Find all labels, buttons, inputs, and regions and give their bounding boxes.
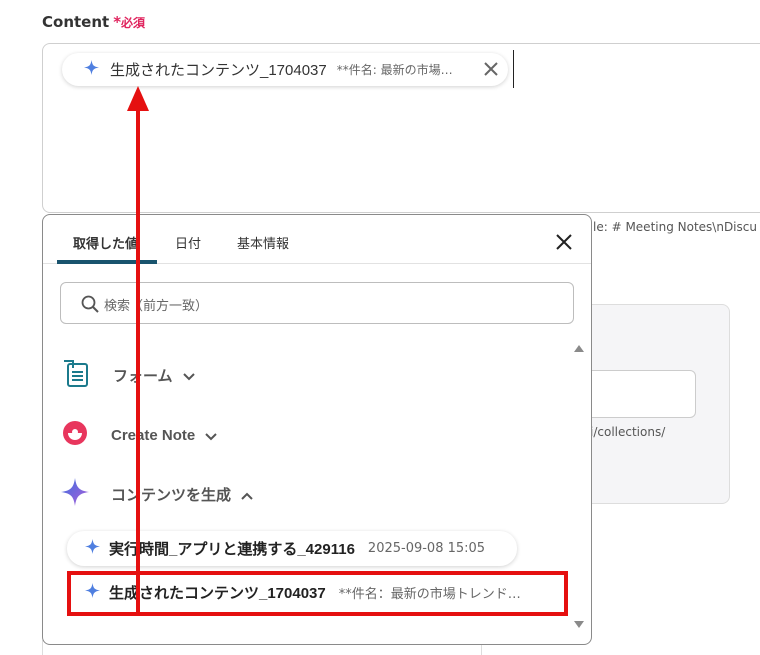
highlight-annotation-box: [67, 571, 568, 616]
placeholder-hint: le: # Meeting Notes\nDiscu: [593, 220, 757, 234]
required-star: *: [113, 13, 122, 31]
group-form[interactable]: フォーム: [61, 360, 195, 390]
annotation-arrow-line: [136, 107, 140, 615]
search-placeholder: 検索（前方一致）: [104, 299, 209, 314]
tab-date[interactable]: 日付: [175, 233, 201, 252]
scroll-down-arrow[interactable]: [574, 621, 584, 628]
chevron-down-icon: [205, 426, 217, 445]
content-field-label: Content *必須: [42, 13, 145, 31]
create-note-icon: [61, 419, 89, 451]
value-picker-dropdown: 取得した値 日付 基本情報 検索（前方一致） フォーム Create Note …: [42, 214, 592, 645]
close-icon[interactable]: [555, 233, 573, 255]
group-label: コンテンツを生成: [111, 486, 232, 504]
tab-acquired-values[interactable]: 取得した値: [73, 233, 138, 252]
chip-subtitle: **件名: 最新の市場…: [336, 63, 453, 77]
group-label: フォーム: [113, 367, 173, 385]
active-tab-indicator: [57, 260, 157, 264]
item-title: 実行時間_アプリと連携する_429116: [109, 541, 355, 558]
content-label-text: Content: [42, 13, 110, 31]
sparkle-icon: [84, 60, 99, 79]
item-subtitle: 2025-09-08 15:05: [367, 541, 486, 556]
tab-bar: 取得した値 日付 基本情報: [43, 215, 591, 264]
search-icon: [81, 295, 99, 317]
chip-title: 生成されたコンテンツ_1704037: [110, 62, 327, 79]
form-icon: [61, 358, 91, 392]
background-url-hint: i/collections/: [590, 425, 666, 439]
close-icon[interactable]: [482, 60, 500, 82]
group-label: Create Note: [111, 426, 196, 444]
background-input[interactable]: [576, 370, 696, 418]
chevron-down-icon: [182, 366, 195, 385]
sparkle-icon: [61, 478, 89, 510]
chevron-up-icon: [241, 485, 253, 504]
annotation-arrow-head: [127, 86, 149, 111]
content-variable-chip[interactable]: 生成されたコンテンツ_1704037 **件名: 最新の市場…: [62, 53, 508, 86]
scroll-up-arrow[interactable]: [574, 345, 584, 352]
group-generate-content[interactable]: コンテンツを生成: [61, 478, 253, 510]
tab-basic-info[interactable]: 基本情報: [237, 233, 289, 252]
value-item[interactable]: 実行時間_アプリと連携する_429116 2025-09-08 15:05: [67, 531, 517, 566]
text-caret: [513, 50, 514, 88]
required-text: 必須: [121, 16, 146, 30]
sparkle-icon: [85, 539, 100, 558]
